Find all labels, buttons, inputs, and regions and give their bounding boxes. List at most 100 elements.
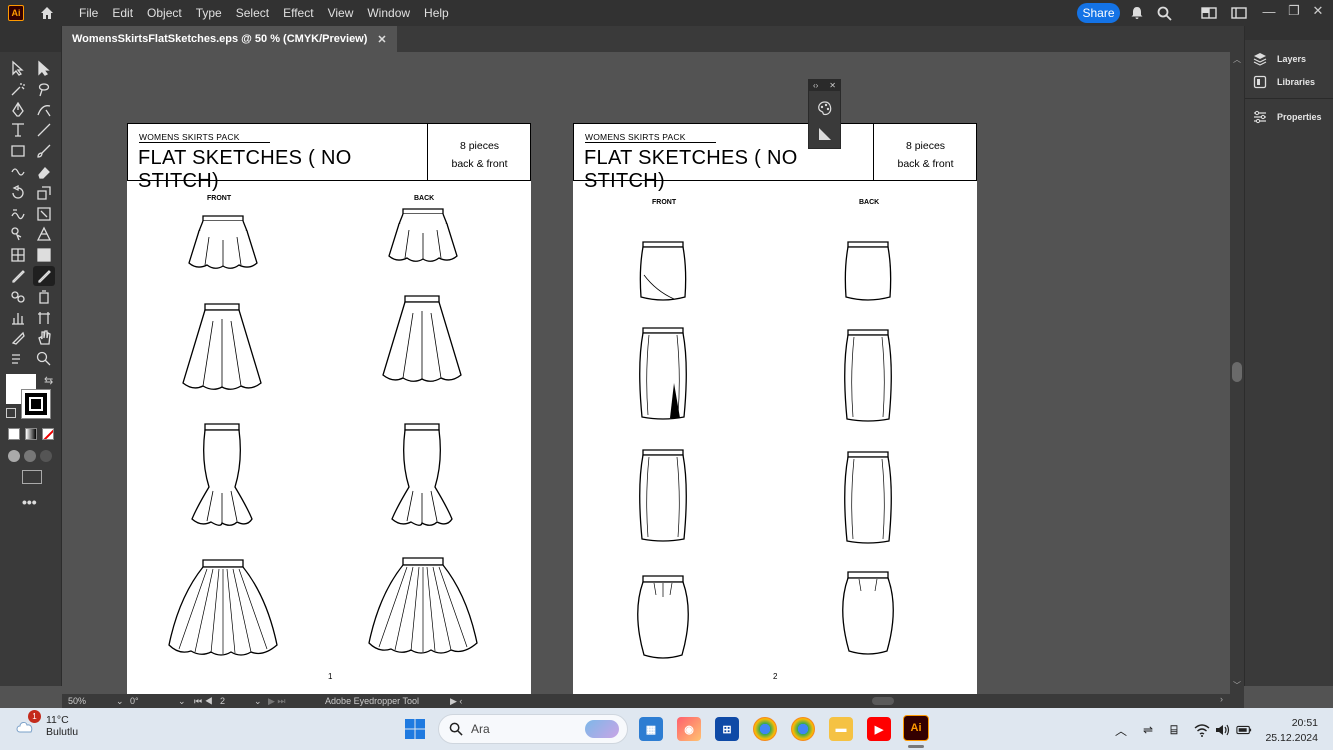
screen-mode-icon[interactable] [22, 470, 42, 484]
menu-effect[interactable]: Effect [276, 6, 320, 20]
gradient-panel-icon[interactable] [817, 126, 833, 142]
rotate-tool-icon[interactable] [7, 183, 29, 203]
zoom-tool-icon[interactable] [33, 349, 55, 369]
zoom-field[interactable]: 50% ⌄ [62, 695, 124, 707]
menu-type[interactable]: Type [189, 6, 229, 20]
sliders-tray-icon[interactable]: ⇌ [1140, 722, 1156, 738]
layers-panel-button[interactable]: Layers [1253, 48, 1306, 70]
slice-tool-icon[interactable] [7, 328, 29, 348]
menu-window[interactable]: Window [360, 6, 417, 20]
column-graph-tool-icon[interactable] [7, 308, 29, 328]
rotation-dropdown-icon[interactable]: ⌄ [178, 696, 186, 707]
artboard-tool-icon[interactable] [33, 308, 55, 328]
chrome-profile-app-icon[interactable] [791, 717, 815, 741]
swap-fill-stroke-icon[interactable]: ⇆ [44, 374, 53, 387]
illustrator-app-icon[interactable]: Ai [903, 715, 929, 741]
gradient-mode-icon[interactable] [25, 428, 37, 440]
perspective-grid-tool-icon[interactable] [33, 224, 55, 244]
menu-file[interactable]: File [72, 6, 105, 20]
file-explorer-app-icon[interactable]: ▬ [829, 717, 853, 741]
home-icon[interactable] [38, 4, 56, 22]
search-icon[interactable] [1155, 4, 1173, 22]
next-artboard-icon[interactable]: ▶ ⏭ [262, 695, 294, 707]
menu-select[interactable]: Select [229, 6, 276, 20]
curvature-tool-icon[interactable] [33, 100, 55, 120]
canvas[interactable]: WOMENS SKIRTS PACK FLAT SKETCHES ( NO ST… [62, 52, 1230, 694]
scroll-down-icon[interactable]: ﹀ [1233, 680, 1241, 691]
bell-icon[interactable] [1128, 4, 1146, 22]
horizontal-scroll-thumb[interactable] [872, 697, 894, 705]
minimize-icon[interactable]: — [1259, 2, 1279, 20]
none-mode-icon[interactable] [42, 428, 54, 440]
direct-selection-tool-icon[interactable] [33, 58, 55, 78]
photos-app-icon[interactable]: ◉ [677, 717, 701, 741]
mesh-tool-icon[interactable] [7, 245, 29, 265]
properties-panel-button[interactable]: Properties [1253, 106, 1322, 128]
collapse-panel-icon[interactable]: ‹› [813, 81, 818, 90]
eyedropper-tool-active-icon[interactable] [33, 266, 55, 286]
close-window-icon[interactable]: ✕ [1308, 2, 1328, 20]
shaper-tool-icon[interactable] [7, 162, 29, 182]
edit-toolbar-icon[interactable] [7, 349, 29, 369]
magic-wand-tool-icon[interactable] [7, 79, 29, 99]
vertical-scrollbar[interactable]: ︿ ﹀ [1230, 52, 1244, 694]
zoom-dropdown-icon[interactable]: ⌄ [116, 696, 124, 707]
lasso-tool-icon[interactable] [33, 79, 55, 99]
clock[interactable]: 20:51 25.12.2024 [1262, 716, 1318, 746]
document-tab[interactable]: WomensSkirtsFlatSketches.eps @ 50 % (CMY… [62, 26, 397, 52]
drawing-modes[interactable] [8, 450, 54, 462]
close-tab-icon[interactable]: ✕ [377, 33, 386, 46]
youtube-app-icon[interactable]: ▶ [867, 717, 891, 741]
show-hidden-icons-icon[interactable]: ︿ [1113, 722, 1129, 738]
rotation-field[interactable]: 0° ⌄ [124, 695, 188, 707]
restore-icon[interactable]: ❐ [1284, 2, 1304, 20]
color-mode-icon[interactable] [8, 428, 20, 440]
store-app-icon[interactable]: ⊞ [715, 717, 739, 741]
arrange-documents-icon[interactable] [1200, 4, 1218, 22]
paintbrush-tool-icon[interactable] [33, 141, 55, 161]
status-menu-icon[interactable]: ▶ ‹ [444, 695, 474, 707]
weather-widget[interactable]: 1 11°C Bulutlu [14, 710, 78, 738]
gradient-tool-icon[interactable] [33, 245, 55, 265]
scale-tool-icon[interactable] [33, 183, 55, 203]
menu-view[interactable]: View [321, 6, 361, 20]
hand-tool-icon[interactable] [33, 328, 55, 348]
line-tool-icon[interactable] [33, 120, 55, 140]
pen-tool-icon[interactable] [7, 100, 29, 120]
scroll-right-icon[interactable]: › [1220, 694, 1223, 704]
share-button[interactable]: Share [1077, 3, 1120, 23]
symbol-sprayer-tool-icon[interactable] [33, 287, 55, 307]
selection-tool-icon[interactable] [7, 58, 29, 78]
menu-help[interactable]: Help [417, 6, 456, 20]
floating-panel-header[interactable]: ‹› ✕ [809, 80, 840, 91]
shape-builder-tool-icon[interactable] [7, 224, 29, 244]
more-tools-icon[interactable]: ••• [22, 494, 37, 510]
default-colors-icon[interactable] [6, 408, 16, 418]
stroke-swatch[interactable] [21, 389, 51, 419]
artboard-dropdown-icon[interactable]: ⌄ [254, 696, 262, 707]
first-artboard-icon[interactable]: ⏮ ◀ [188, 695, 214, 707]
warp-tool-icon[interactable] [7, 204, 29, 224]
artboard-field[interactable]: 2 ⌄ [214, 695, 262, 707]
close-panel-icon[interactable]: ✕ [829, 81, 836, 90]
scroll-up-icon[interactable]: ︿ [1233, 54, 1241, 65]
vertical-scroll-thumb[interactable] [1232, 362, 1242, 382]
menu-edit[interactable]: Edit [105, 6, 140, 20]
libraries-panel-button[interactable]: Libraries [1253, 71, 1315, 93]
menu-object[interactable]: Object [140, 6, 189, 20]
type-tool-icon[interactable] [7, 120, 29, 140]
chrome-app-icon[interactable] [753, 717, 777, 741]
widgets-app-icon[interactable]: ▦ [639, 717, 663, 741]
rectangle-tool-icon[interactable] [7, 141, 29, 161]
volume-icon[interactable] [1214, 722, 1230, 738]
workspace-icon[interactable] [1230, 4, 1248, 22]
eraser-tool-icon[interactable] [33, 162, 55, 182]
blend-tool-icon[interactable] [7, 287, 29, 307]
windows-start-icon[interactable] [404, 718, 426, 740]
free-transform-tool-icon[interactable] [33, 204, 55, 224]
monitor-tray-icon[interactable]: ⌸ [1166, 722, 1182, 738]
eyedropper-tool-icon[interactable] [7, 266, 29, 286]
color-theme-icon[interactable] [817, 100, 833, 116]
battery-icon[interactable] [1236, 722, 1252, 738]
taskbar-search[interactable]: Ara [438, 714, 628, 744]
